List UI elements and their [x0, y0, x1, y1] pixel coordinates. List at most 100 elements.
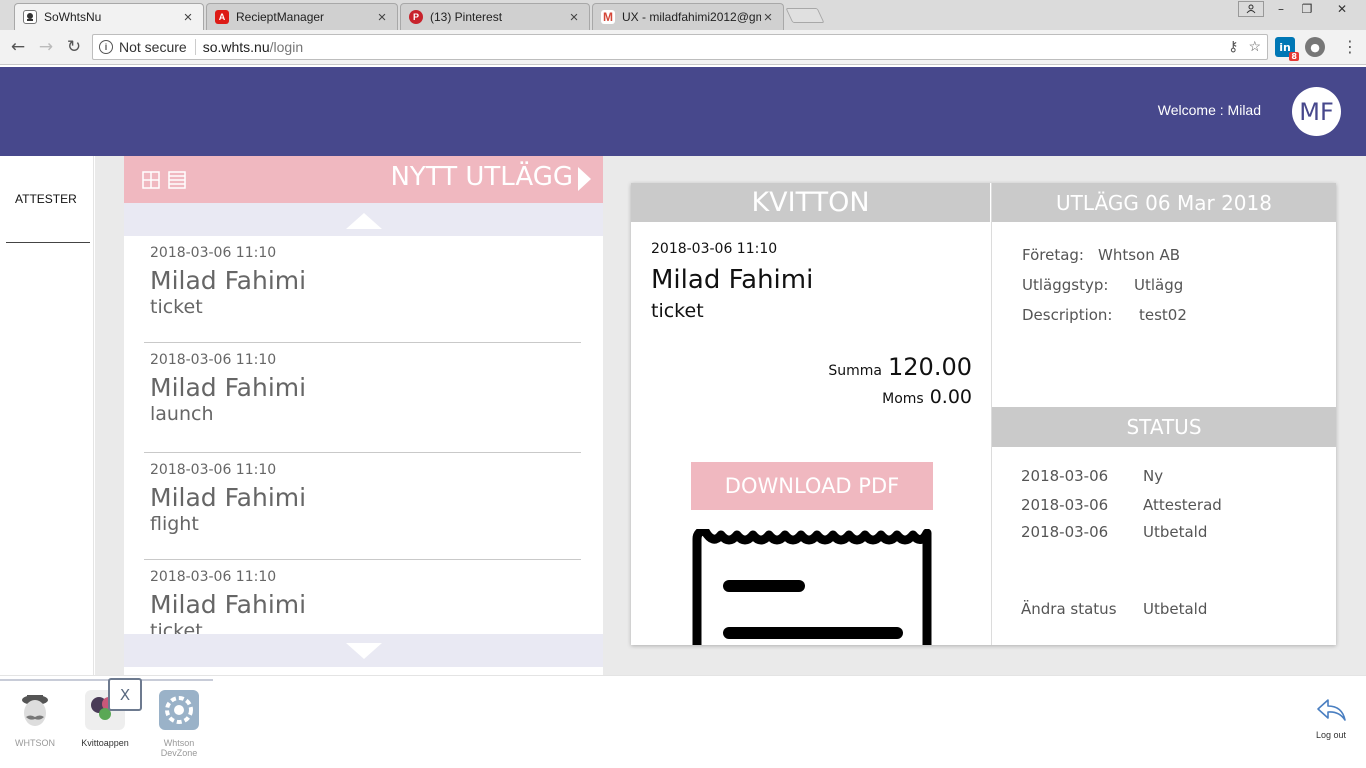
- browser-menu-icon[interactable]: ⋮: [1342, 37, 1358, 57]
- item-datetime: 2018-03-06 11:10: [150, 352, 277, 368]
- list-item[interactable]: 2018-03-06 11:10 Milad Fahimi launch: [144, 343, 581, 453]
- browser-tab-pinterest[interactable]: P (13) Pinterest ×: [400, 3, 590, 30]
- receipt-icon: [692, 529, 932, 645]
- back-arrow-icon[interactable]: ←: [7, 36, 29, 58]
- tab-close-icon[interactable]: ×: [375, 9, 389, 26]
- list-view-icon[interactable]: [168, 171, 186, 189]
- moms-value: 0.00: [929, 386, 972, 408]
- download-pdf-button[interactable]: DOWNLOAD PDF: [691, 462, 933, 510]
- item-type: ticket: [150, 296, 203, 318]
- tab-close-icon[interactable]: ×: [567, 9, 581, 26]
- item-datetime: 2018-03-06 11:10: [150, 569, 277, 585]
- field-key: Utläggstyp:: [1022, 276, 1109, 294]
- dock-app-label: Kvittoappen: [81, 738, 129, 748]
- field-expense-type: Utläggstyp: Utlägg: [1022, 276, 1183, 294]
- linkedin-extension-icon[interactable]: in 8: [1275, 37, 1299, 61]
- item-name: Milad Fahimi: [150, 590, 307, 619]
- list-item[interactable]: 2018-03-06 11:10 Milad Fahimi flight: [144, 453, 581, 560]
- field-key: Företag:: [1022, 246, 1084, 264]
- summa-value: 120.00: [888, 353, 972, 381]
- triangle-down-icon: [345, 642, 382, 659]
- whtson-mascot-icon: [22, 695, 48, 726]
- field-key: Description:: [1022, 306, 1113, 324]
- dock-close-button[interactable]: X: [108, 678, 142, 711]
- expense-list: 2018-03-06 11:10 Milad Fahimi ticket 201…: [124, 236, 603, 642]
- minimize-icon[interactable]: –: [1268, 0, 1294, 18]
- extension-badge: 8: [1289, 52, 1299, 61]
- app-header: Welcome : Milad: [0, 67, 1366, 156]
- moms-label: Moms: [882, 391, 924, 407]
- receipt-name: Milad Fahimi: [651, 265, 814, 295]
- sidebar: ATTESTER: [0, 156, 94, 675]
- devzone-gear-icon: [159, 690, 199, 730]
- item-type: flight: [150, 513, 199, 535]
- url-path: /login: [269, 39, 304, 55]
- info-icon[interactable]: i: [99, 40, 113, 54]
- url-text: so.whts.nu/login: [203, 39, 303, 55]
- logout-label: Log out: [1315, 730, 1347, 740]
- tab-close-icon[interactable]: ×: [181, 9, 195, 26]
- avatar[interactable]: MF: [1292, 87, 1341, 136]
- browser-tab-gmail[interactable]: M UX - miladfahimi2012@gm ×: [592, 3, 784, 30]
- status-heading: STATUS: [992, 407, 1336, 447]
- dock-app-label: Whtson DevZone: [160, 738, 198, 758]
- tab-close-icon[interactable]: ×: [761, 9, 775, 26]
- dock-app-label: WHTSON: [15, 738, 55, 748]
- pinterest-favicon-icon: P: [409, 10, 423, 24]
- summa-label: Summa: [828, 363, 883, 379]
- window-close-icon[interactable]: ✕: [1320, 0, 1364, 18]
- status-date: 2018-03-06: [1021, 496, 1109, 514]
- angular-favicon-icon: A: [215, 10, 229, 24]
- field-value: Utlägg: [1134, 276, 1184, 294]
- field-description: Description: test02: [1022, 306, 1187, 324]
- triangle-up-icon: [345, 212, 382, 229]
- dock-app-whtson[interactable]: WHTSON: [5, 690, 65, 748]
- restore-icon[interactable]: ❐: [1294, 0, 1320, 18]
- item-type: launch: [150, 403, 214, 425]
- grid-view-icon[interactable]: [142, 171, 160, 189]
- status-history-row: 2018-03-06 Utbetald: [1021, 523, 1207, 541]
- list-header: NYTT UTLÄGG: [124, 156, 603, 203]
- logout-button[interactable]: Log out: [1310, 696, 1352, 740]
- arrow-right-icon[interactable]: [578, 167, 591, 191]
- field-value: test02: [1139, 306, 1187, 324]
- list-item[interactable]: 2018-03-06 11:10 Milad Fahimi ticket: [144, 560, 581, 642]
- change-status-row: Ändra status Utbetald: [1021, 600, 1207, 618]
- tab-title: UX - miladfahimi2012@gm: [622, 10, 761, 24]
- list-item[interactable]: 2018-03-06 11:10 Milad Fahimi ticket: [144, 236, 581, 343]
- forward-arrow-icon[interactable]: →: [35, 36, 57, 58]
- status-history-row: 2018-03-06 Attesterad: [1021, 496, 1222, 514]
- browser-tab-reciptmanager[interactable]: A RecieptManager ×: [206, 3, 398, 30]
- item-datetime: 2018-03-06 11:10: [150, 245, 277, 261]
- bookmark-star-icon[interactable]: ☆: [1248, 38, 1261, 55]
- expense-list-panel: NYTT UTLÄGG 2018-03-06 11:10 Milad Fahim…: [124, 156, 603, 675]
- url-host: so.whts.nu: [202, 39, 270, 55]
- address-bar[interactable]: i Not secure so.whts.nu/login ⚷ ☆: [92, 34, 1268, 60]
- reply-arrow-icon: [1317, 699, 1346, 721]
- security-label: Not secure: [119, 39, 196, 55]
- sidebar-active-indicator: [6, 242, 90, 243]
- tab-title: (13) Pinterest: [430, 10, 503, 24]
- tab-title: RecieptManager: [236, 10, 325, 24]
- receipt-datetime: 2018-03-06 11:10: [651, 241, 778, 257]
- whtson-favicon-icon: [23, 10, 37, 24]
- film-extension-icon[interactable]: ●: [1305, 37, 1325, 57]
- status-value: Ny: [1143, 467, 1164, 485]
- welcome-text: Welcome : Milad: [1157, 102, 1261, 118]
- item-name: Milad Fahimi: [150, 266, 307, 295]
- change-status-label: Ändra status: [1021, 600, 1117, 618]
- receipt-heading: KVITTON: [631, 183, 990, 222]
- profile-icon[interactable]: [1238, 1, 1264, 17]
- status-date: 2018-03-06: [1021, 467, 1109, 485]
- new-expense-button[interactable]: NYTT UTLÄGG: [390, 162, 573, 192]
- sidebar-item-attester[interactable]: ATTESTER: [15, 192, 77, 206]
- key-icon[interactable]: ⚷: [1228, 38, 1238, 55]
- change-status-select[interactable]: Utbetald: [1143, 600, 1207, 618]
- scroll-up-button[interactable]: [124, 203, 603, 236]
- reload-icon[interactable]: ↻: [63, 36, 85, 58]
- new-tab-button[interactable]: [785, 8, 825, 23]
- field-value: Whtson AB: [1098, 246, 1181, 264]
- browser-tab-sowhtsnu[interactable]: SoWhtsNu ×: [14, 3, 204, 30]
- scroll-down-button[interactable]: [124, 634, 603, 667]
- dock-app-devzone[interactable]: Whtson DevZone: [149, 690, 209, 758]
